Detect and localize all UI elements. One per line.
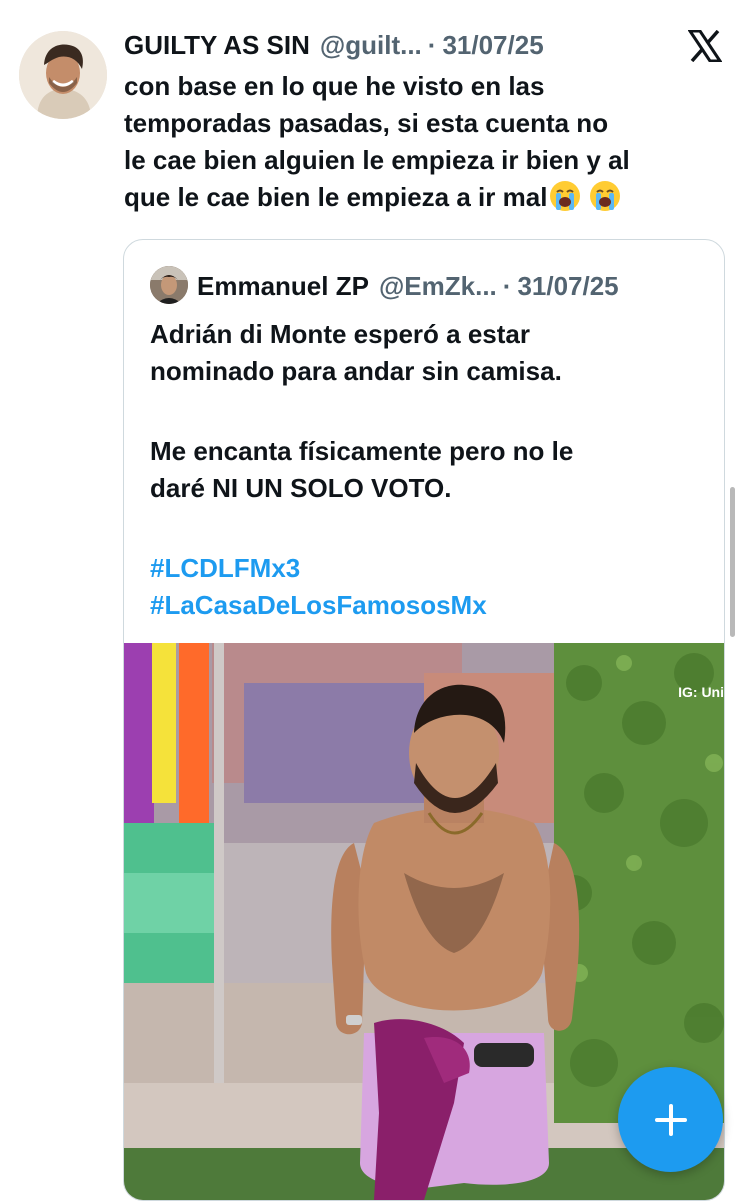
quoted-text-line: daré NI UN SOLO VOTO. [150, 473, 452, 503]
quoted-author-avatar-image [150, 266, 188, 304]
author-avatar-image [19, 31, 107, 119]
quoted-header-separator: · [502, 270, 512, 301]
quoted-tweet-card[interactable]: Emmanuel ZP @EmZk... · 31/07/25 Adrián d… [123, 239, 725, 1201]
quoted-text-line: Me encanta físicamente pero no le [150, 436, 574, 466]
quoted-tweet-text: Adrián di Monte esperó a estar nominado … [150, 316, 710, 624]
quoted-author-name[interactable]: Emmanuel ZP [197, 271, 369, 302]
quoted-text-line: nominado para andar sin camisa. [150, 356, 562, 386]
quoted-author-handle[interactable]: @EmZk... [379, 271, 497, 302]
author-name[interactable]: GUILTY AS SIN [124, 30, 310, 61]
quoted-tweet-date[interactable]: 31/07/25 [517, 271, 618, 302]
tweet-text-line: le cae bien alguien le empieza ir bien y… [124, 145, 630, 175]
loudly-crying-face-icon [549, 180, 581, 212]
author-avatar[interactable] [19, 31, 107, 119]
scrollbar[interactable] [730, 487, 735, 637]
compose-button[interactable] [618, 1067, 723, 1172]
hashtag-link[interactable]: #LCDLFMx3 [150, 550, 710, 587]
x-logo-icon[interactable] [687, 29, 723, 63]
tweet-text: con base en lo que he visto en las tempo… [124, 68, 724, 216]
tweet-text-line-with-emoji: que le cae bien le empieza a ir mal [124, 179, 724, 216]
hashtag-link[interactable]: #LaCasaDeLosFamososMx [150, 587, 710, 624]
tweet-text-line: que le cae bien le empieza a ir mal [124, 182, 548, 212]
author-handle[interactable]: @guilt... [320, 30, 422, 61]
loudly-crying-face-icon [589, 180, 621, 212]
tweet-text-line: temporadas pasadas, si esta cuenta no [124, 108, 609, 138]
media-watermark: IG: Uni [678, 684, 724, 700]
plus-icon [654, 1103, 687, 1136]
tweet-text-line: con base en lo que he visto en las [124, 71, 545, 101]
header-separator: · [427, 29, 437, 60]
quoted-author-avatar[interactable] [150, 266, 188, 304]
tweet-header: GUILTY AS SIN @guilt... · 31/07/25 [124, 30, 544, 60]
tweet-date[interactable]: 31/07/25 [442, 30, 543, 61]
quoted-tweet-header: Emmanuel ZP @EmZk... · 31/07/25 [197, 271, 619, 301]
quoted-text-line: Adrián di Monte esperó a estar [150, 319, 530, 349]
